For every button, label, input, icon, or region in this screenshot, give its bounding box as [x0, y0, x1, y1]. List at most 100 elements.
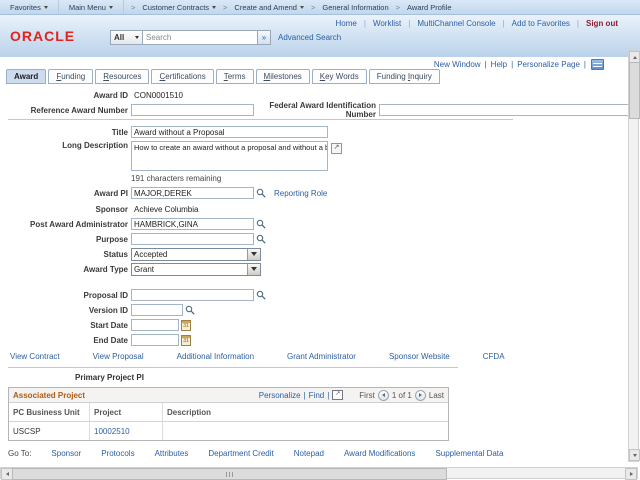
project-link[interactable]: 10002510: [94, 427, 130, 436]
reporting-role-link[interactable]: Reporting Role: [274, 189, 327, 198]
vertical-scrollbar[interactable]: [628, 50, 639, 462]
breadcrumb-customer-contracts[interactable]: Customer Contracts: [142, 3, 216, 12]
worklist-link[interactable]: Worklist: [373, 19, 401, 28]
title-label: Title: [8, 128, 128, 137]
home-link[interactable]: Home: [336, 19, 357, 28]
sponsor-link[interactable]: Sponsor: [51, 449, 81, 458]
sign-out-link[interactable]: Sign out: [586, 19, 618, 28]
calendar-icon[interactable]: 31: [181, 320, 191, 331]
sponsor-label: Sponsor: [8, 205, 128, 214]
attributes-link[interactable]: Attributes: [155, 449, 189, 458]
breadcrumb-label: General Information: [322, 3, 388, 12]
supplemental-data-link[interactable]: Supplemental Data: [435, 449, 503, 458]
pc-business-unit-column-header: PC Business Unit: [9, 403, 90, 421]
award-type-value: Grant: [132, 265, 154, 274]
tab-key-words[interactable]: Key Words: [312, 69, 367, 84]
breadcrumb-award-profile[interactable]: Award Profile: [407, 3, 451, 12]
federal-award-identification-number-field[interactable]: [379, 104, 634, 116]
cfda-link[interactable]: CFDA: [483, 352, 505, 361]
search-scope-value: All: [114, 33, 124, 42]
version-id-label: Version ID: [8, 306, 128, 315]
lookup-icon[interactable]: [256, 290, 266, 300]
grant-administrator-link[interactable]: Grant Administrator: [287, 352, 356, 361]
additional-information-link[interactable]: Additional Information: [177, 352, 254, 361]
lookup-icon[interactable]: [185, 305, 195, 315]
expand-icon[interactable]: ↗: [331, 143, 342, 154]
tab-award[interactable]: Award: [6, 69, 46, 84]
view-all-icon[interactable]: ↗: [332, 390, 343, 400]
search-input[interactable]: [143, 30, 258, 45]
http-window-icon[interactable]: [591, 59, 604, 70]
tab-milestones[interactable]: Milestones: [256, 69, 310, 84]
title-field[interactable]: [131, 126, 328, 138]
end-date-field[interactable]: [131, 334, 179, 346]
status-select[interactable]: Accepted: [131, 248, 261, 261]
scroll-down-button[interactable]: [629, 449, 640, 461]
find-link[interactable]: Find: [309, 391, 325, 400]
lookup-icon[interactable]: [256, 219, 266, 229]
long-description-field[interactable]: How to create an award without a proposa…: [131, 141, 328, 171]
horizontal-scrollbar-thumb[interactable]: [12, 468, 447, 480]
link-divider: |: [503, 19, 505, 28]
tab-terms[interactable]: Terms: [216, 69, 254, 84]
search-go-button[interactable]: »: [258, 30, 271, 45]
award-pi-field[interactable]: [131, 187, 254, 199]
purpose-field[interactable]: [131, 233, 254, 245]
add-to-favorites-link[interactable]: Add to Favorites: [512, 19, 570, 28]
start-date-field[interactable]: [131, 319, 179, 331]
vertical-scrollbar-thumb[interactable]: [629, 62, 640, 119]
view-contract-link[interactable]: View Contract: [10, 352, 60, 361]
chevron-left-icon: [382, 393, 385, 397]
tab-funding[interactable]: Funding: [48, 69, 93, 84]
scroll-right-button[interactable]: [625, 468, 637, 480]
multichannel-console-link[interactable]: MultiChannel Console: [417, 19, 495, 28]
status-label: Status: [8, 250, 128, 259]
help-link[interactable]: Help: [491, 60, 507, 69]
award-modifications-link[interactable]: Award Modifications: [344, 449, 415, 458]
version-id-field[interactable]: [131, 304, 183, 316]
end-date-label: End Date: [8, 336, 128, 345]
description-column-header: Description: [163, 403, 448, 421]
previous-row-button[interactable]: [378, 390, 389, 401]
post-award-administrator-field[interactable]: [131, 218, 254, 230]
personalize-link[interactable]: Personalize: [259, 391, 301, 400]
page-header: ORACLE Home | Worklist | MultiChannel Co…: [0, 15, 640, 58]
tab-resources[interactable]: Resources: [95, 69, 149, 84]
department-credit-link[interactable]: Department Credit: [208, 449, 273, 458]
proposal-id-field[interactable]: [131, 289, 254, 301]
breadcrumb-separator-icon: >: [311, 3, 315, 12]
breadcrumb-create-and-amend[interactable]: Create and Amend: [234, 3, 304, 12]
tab-funding-inquiry[interactable]: Funding Inquiry: [369, 69, 440, 84]
next-row-button[interactable]: [415, 390, 426, 401]
lookup-icon[interactable]: [256, 234, 266, 244]
award-type-label: Award Type: [8, 265, 128, 274]
table-row: USCSP 10002510: [9, 422, 448, 440]
breadcrumb-main-menu[interactable]: Main Menu: [59, 0, 124, 14]
goto-links: Go To: Sponsor Protocols Attributes Depa…: [8, 449, 640, 458]
personalize-page-link[interactable]: Personalize Page: [517, 60, 580, 69]
view-proposal-link[interactable]: View Proposal: [93, 352, 144, 361]
associated-project-header: Associated Project Personalize | Find | …: [9, 388, 448, 403]
lookup-icon[interactable]: [256, 188, 266, 198]
new-window-link[interactable]: New Window: [434, 60, 481, 69]
breadcrumb-label: Customer Contracts: [142, 3, 209, 12]
calendar-icon[interactable]: 31: [181, 335, 191, 346]
breadcrumb-favorites[interactable]: Favorites: [0, 0, 59, 14]
reference-award-number-field[interactable]: [131, 104, 254, 116]
tab-certifications[interactable]: Certifications: [151, 69, 213, 84]
sponsor-website-link[interactable]: Sponsor Website: [389, 352, 450, 361]
horizontal-scrollbar[interactable]: [0, 467, 638, 479]
award-type-select[interactable]: Grant: [131, 263, 261, 276]
goto-label: Go To:: [8, 449, 31, 458]
protocols-link[interactable]: Protocols: [101, 449, 134, 458]
arrow-up-icon: [633, 56, 637, 59]
breadcrumb-label: Create and Amend: [234, 3, 297, 12]
breadcrumb-general-information[interactable]: General Information: [322, 3, 388, 12]
pc-business-unit-cell: USCSP: [9, 422, 90, 440]
start-date-label: Start Date: [8, 321, 128, 330]
chevron-down-icon: [135, 36, 139, 39]
notepad-link[interactable]: Notepad: [294, 449, 324, 458]
advanced-search-link[interactable]: Advanced Search: [278, 33, 341, 42]
search-scope-select[interactable]: All: [110, 30, 143, 45]
page-content: New Window | Help | Personalize Page | A…: [0, 57, 640, 480]
